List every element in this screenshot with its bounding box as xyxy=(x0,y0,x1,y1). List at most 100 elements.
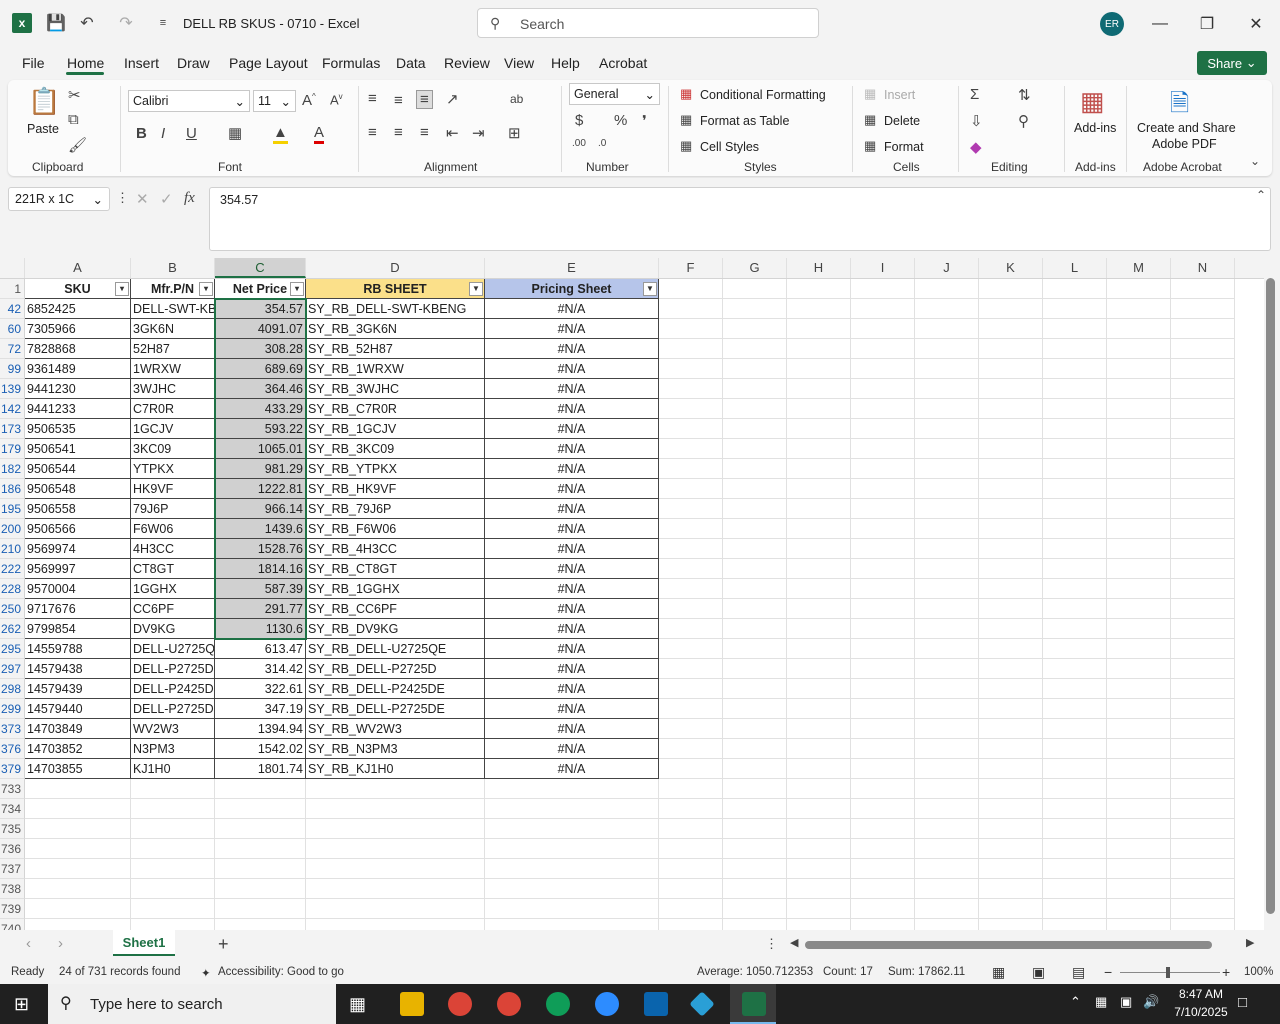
notifications-icon[interactable]: □ xyxy=(1238,994,1247,1011)
row-header[interactable]: 736 xyxy=(0,839,25,859)
tab-draw[interactable]: Draw xyxy=(177,55,210,71)
empty-cell[interactable] xyxy=(723,859,787,879)
row-header[interactable]: 379 xyxy=(0,759,25,779)
windows-start-icon[interactable]: ⊞ xyxy=(14,994,29,1015)
row-header[interactable]: 738 xyxy=(0,879,25,899)
empty-cell[interactable] xyxy=(659,639,723,659)
empty-cell[interactable] xyxy=(1043,899,1107,919)
empty-cell[interactable] xyxy=(1171,419,1235,439)
pricing-sheet-cell[interactable]: #N/A xyxy=(485,599,659,619)
empty-cell[interactable] xyxy=(723,619,787,639)
empty-cell[interactable] xyxy=(915,579,979,599)
empty-cell[interactable] xyxy=(1043,819,1107,839)
empty-cell[interactable] xyxy=(787,339,851,359)
normal-view-icon[interactable]: ▦ xyxy=(992,964,1005,981)
empty-cell[interactable] xyxy=(915,699,979,719)
mfr-pn-cell[interactable]: KJ1H0 xyxy=(131,759,215,779)
empty-cell[interactable] xyxy=(215,779,306,799)
avatar[interactable]: ER xyxy=(1100,12,1124,36)
empty-cell[interactable] xyxy=(851,459,915,479)
empty-cell[interactable] xyxy=(659,599,723,619)
empty-cell[interactable] xyxy=(723,299,787,319)
empty-cell[interactable] xyxy=(131,779,215,799)
pricing-sheet-cell[interactable]: #N/A xyxy=(485,519,659,539)
column-header-f[interactable]: F xyxy=(659,258,723,278)
italic-icon[interactable]: I xyxy=(161,125,165,142)
row-header[interactable]: 186 xyxy=(0,479,25,499)
empty-cell[interactable] xyxy=(1043,739,1107,759)
empty-cell[interactable] xyxy=(915,519,979,539)
empty-cell[interactable] xyxy=(1171,899,1235,919)
tab-data[interactable]: Data xyxy=(396,55,426,71)
row-header[interactable]: 142 xyxy=(0,399,25,419)
empty-cell[interactable] xyxy=(1043,839,1107,859)
net-price-cell[interactable]: 1801.74 xyxy=(215,759,306,779)
increase-font-icon[interactable]: A^ xyxy=(302,92,316,109)
column-header-l[interactable]: L xyxy=(1043,258,1107,278)
mfr-pn-cell[interactable]: DELL-SWT-KB xyxy=(131,299,215,319)
empty-cell[interactable] xyxy=(1043,579,1107,599)
empty-cell[interactable] xyxy=(1171,699,1235,719)
rb-sheet-cell[interactable]: SY_RB_DELL-SWT-KBENG xyxy=(306,299,485,319)
fill-color-icon[interactable]: ▲ xyxy=(273,124,288,144)
empty-cell[interactable] xyxy=(915,419,979,439)
empty-cell[interactable] xyxy=(979,279,1043,299)
clock-date[interactable]: 7/10/2025 xyxy=(1166,1005,1236,1019)
empty-cell[interactable] xyxy=(131,819,215,839)
net-price-cell[interactable]: 1542.02 xyxy=(215,739,306,759)
empty-cell[interactable] xyxy=(25,819,131,839)
empty-cell[interactable] xyxy=(659,479,723,499)
empty-cell[interactable] xyxy=(659,859,723,879)
net-price-cell[interactable]: 1439.6 xyxy=(215,519,306,539)
empty-cell[interactable] xyxy=(915,459,979,479)
empty-cell[interactable] xyxy=(787,899,851,919)
empty-cell[interactable] xyxy=(1043,639,1107,659)
row-header[interactable]: 222 xyxy=(0,559,25,579)
mfr-pn-cell[interactable]: CT8GT xyxy=(131,559,215,579)
outlook-icon[interactable] xyxy=(644,992,668,1016)
empty-cell[interactable] xyxy=(306,919,485,930)
share-button[interactable]: Share ⌄ xyxy=(1197,51,1267,75)
net-price-cell[interactable]: 1130.6 xyxy=(215,619,306,639)
increase-decimal-icon[interactable]: .00 xyxy=(572,138,586,149)
row-header[interactable]: 262 xyxy=(0,619,25,639)
align-top-icon[interactable]: ≡ xyxy=(368,90,377,107)
sku-cell[interactable]: 9506541 xyxy=(25,439,131,459)
empty-cell[interactable] xyxy=(1043,919,1107,930)
delete-button[interactable]: Delete xyxy=(884,114,920,128)
filter-applied-icon[interactable]: ▼ xyxy=(469,282,483,296)
empty-cell[interactable] xyxy=(979,299,1043,319)
empty-cell[interactable] xyxy=(1171,539,1235,559)
rb-sheet-cell[interactable]: SY_RB_DELL-P2725D xyxy=(306,659,485,679)
empty-cell[interactable] xyxy=(851,919,915,930)
column-header-k[interactable]: K xyxy=(979,258,1043,278)
align-middle-icon[interactable]: ≡ xyxy=(394,92,403,109)
rb-sheet-cell[interactable]: SY_RB_DELL-P2725DE xyxy=(306,699,485,719)
rb-sheet-cell[interactable]: SY_RB_WV2W3 xyxy=(306,719,485,739)
undo-icon[interactable]: ↶ xyxy=(76,12,98,34)
empty-cell[interactable] xyxy=(723,539,787,559)
row-header[interactable]: 299 xyxy=(0,699,25,719)
rb-sheet-cell[interactable]: SY_RB_1GCJV xyxy=(306,419,485,439)
add-sheet-icon[interactable]: + xyxy=(218,934,229,955)
empty-cell[interactable] xyxy=(215,919,306,930)
empty-cell[interactable] xyxy=(1043,599,1107,619)
empty-cell[interactable] xyxy=(1107,639,1171,659)
empty-cell[interactable] xyxy=(25,919,131,930)
filter-applied-icon[interactable]: ▼ xyxy=(643,282,657,296)
empty-cell[interactable] xyxy=(659,419,723,439)
rb-sheet-cell[interactable]: SY_RB_3GK6N xyxy=(306,319,485,339)
clock-time[interactable]: 8:47 AM xyxy=(1170,987,1232,1001)
mfr-pn-cell[interactable]: 3KC09 xyxy=(131,439,215,459)
empty-cell[interactable] xyxy=(915,379,979,399)
empty-cell[interactable] xyxy=(485,879,659,899)
next-sheet-icon[interactable]: › xyxy=(58,935,63,952)
sku-cell[interactable]: 9506566 xyxy=(25,519,131,539)
empty-cell[interactable] xyxy=(723,739,787,759)
restore-icon[interactable]: ❐ xyxy=(1192,10,1222,38)
empty-cell[interactable] xyxy=(1043,399,1107,419)
empty-cell[interactable] xyxy=(1171,519,1235,539)
empty-cell[interactable] xyxy=(787,839,851,859)
sku-cell[interactable]: 9717676 xyxy=(25,599,131,619)
more-tabs-icon[interactable]: ⋮ xyxy=(765,936,778,952)
